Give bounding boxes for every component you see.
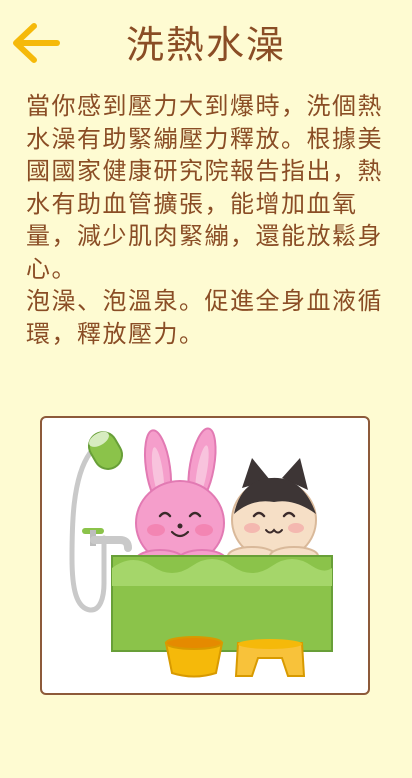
paragraph-hot-shower: 當你感到壓力大到爆時，洗個熱水澡有助緊繃壓力釋放。根據美國國家健康研究院報告指出… [26,92,383,283]
paragraph-bath-hot-spring: 泡澡、泡溫泉。促進全身血液循環，釋放壓力。 [26,287,383,348]
page-title: 洗熱水澡 [125,23,286,67]
article-body: 當你感到壓力大到爆時，洗個熱水澡有助緊繃壓力釋放。根據美國國家健康研究院報告指出… [26,90,392,350]
app-header: 洗熱水澡 [0,0,412,90]
bath-illustration [40,416,370,695]
bathtub-illustration-image [69,427,333,678]
